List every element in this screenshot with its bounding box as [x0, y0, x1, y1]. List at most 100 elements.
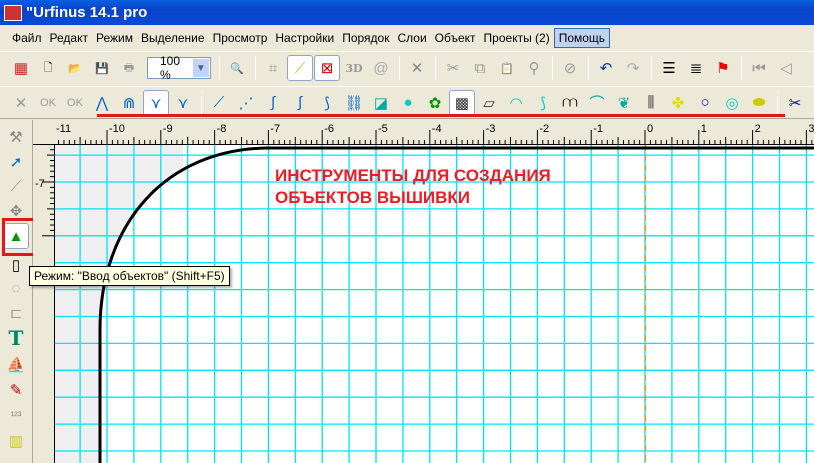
no-stitch-icon[interactable]: ⊘: [557, 55, 583, 81]
corner-point-icon[interactable]: ⋀: [89, 90, 115, 116]
palette-icon[interactable]: ▦: [8, 55, 34, 81]
ruler-label: -4: [432, 123, 442, 135]
offset-curve-icon[interactable]: ∫: [287, 90, 313, 116]
arch-icon[interactable]: ⌒: [584, 90, 610, 116]
pattern-icon[interactable]: ⌗: [260, 55, 286, 81]
blob-icon[interactable]: ●: [395, 90, 421, 116]
first-icon[interactable]: ⏮: [746, 55, 772, 81]
menu-item[interactable]: Файл: [8, 29, 46, 47]
tatami-icon[interactable]: ✿: [422, 90, 448, 116]
screw-icon[interactable]: ⫼: [638, 90, 664, 116]
toolbar-separator: [435, 56, 436, 80]
text-icon[interactable]: T: [3, 325, 29, 351]
menu-item[interactable]: Порядок: [338, 29, 393, 47]
zoom-value: 100 %: [160, 54, 181, 82]
menu-item[interactable]: Объект: [431, 29, 480, 47]
ruler-label: -9: [163, 123, 173, 135]
applique-icon[interactable]: ⬬: [746, 90, 772, 116]
spiral-icon[interactable]: @: [368, 55, 394, 81]
ruler-label: 3: [808, 123, 814, 135]
comb-icon[interactable]: ⩋: [557, 90, 583, 116]
layers-icon[interactable]: ≣: [683, 55, 709, 81]
stitch-icon[interactable]: ⟋: [287, 55, 313, 81]
curve-icon[interactable]: ∫: [260, 90, 286, 116]
lasso-icon[interactable]: ◌: [3, 275, 29, 301]
menu-item[interactable]: Просмотр: [209, 29, 272, 47]
tooltip: Режим: "Ввод объектов" (Shift+F5): [29, 266, 230, 286]
zoom-icon[interactable]: 🔍: [224, 55, 250, 81]
vertical-ruler[interactable]: -7-6-5-4-3-2: [33, 145, 55, 463]
title-bar: "Urfinus 14.1 pro: [0, 0, 814, 25]
cut-icon[interactable]: ✂: [440, 55, 466, 81]
list-icon[interactable]: ☰: [656, 55, 682, 81]
window-title: "Urfinus 14.1 pro: [26, 4, 148, 21]
ruler-label: -11: [56, 123, 71, 135]
mesh-fill-icon[interactable]: ▩: [449, 89, 475, 116]
ruler-label: -3: [486, 123, 496, 135]
symmetric-node-icon[interactable]: ⋎: [170, 90, 196, 116]
toolbar-separator: [201, 90, 202, 115]
toolbar-separator: [588, 56, 589, 80]
ok-redo-icon[interactable]: OK: [35, 90, 61, 116]
arrow-select-icon[interactable]: ➚: [3, 149, 29, 175]
arc-icon[interactable]: ◠: [503, 90, 529, 116]
menu-item[interactable]: Редакт: [46, 29, 92, 47]
menu-item[interactable]: Выделение: [137, 29, 209, 47]
menu-item[interactable]: Настройки: [271, 29, 338, 47]
save-icon[interactable]: 💾: [89, 55, 115, 81]
ring-icon[interactable]: ○: [692, 90, 718, 116]
cancel-icon[interactable]: ✕: [8, 90, 34, 116]
ruler-label: 2: [755, 123, 761, 135]
satin-column-icon[interactable]: ⟆: [530, 90, 556, 116]
toolbar-separator: [777, 90, 778, 115]
zoom-select[interactable]: 100 % ▼: [147, 54, 211, 82]
3d-icon[interactable]: 3D: [341, 55, 367, 81]
flower-icon[interactable]: ✤: [665, 90, 691, 116]
stamp-icon[interactable]: ⚲: [521, 55, 547, 81]
menu-item[interactable]: Слои: [393, 29, 430, 47]
ruler-label: -5: [378, 123, 388, 135]
node-edit-icon[interactable]: ⊏: [3, 300, 29, 326]
cusp-node-icon[interactable]: ⋎: [143, 89, 169, 116]
delete-icon[interactable]: ✕: [404, 55, 430, 81]
preview-icon[interactable]: ⊠: [314, 55, 340, 81]
paste-icon[interactable]: 📋: [494, 55, 520, 81]
open-folder-icon[interactable]: 📂: [62, 55, 88, 81]
copy-icon[interactable]: ⧉: [467, 55, 493, 81]
toolbar-separator: [552, 56, 553, 80]
film-icon[interactable]: ▥: [3, 428, 29, 454]
chain-icon[interactable]: ⛓: [341, 90, 367, 116]
pencils-icon[interactable]: ✎: [3, 377, 29, 403]
sequence-icon[interactable]: ¹²³: [3, 403, 29, 429]
tools-icon[interactable]: ⚒: [3, 124, 29, 150]
dashed-line-icon[interactable]: ⋰: [233, 90, 259, 116]
toolbar-separator: [399, 56, 400, 80]
new-file-icon[interactable]: 🗋: [35, 55, 61, 81]
toolbar-separator: [255, 56, 256, 80]
undo-icon[interactable]: ↶: [593, 55, 619, 81]
leaf-icon[interactable]: ❦: [611, 90, 637, 116]
smooth-node-icon[interactable]: ⋒: [116, 90, 142, 116]
print-icon[interactable]: 🖶: [116, 55, 142, 81]
menu-bar: Файл Редакт Режим Выделение Просмотр Настройк…: [0, 27, 814, 49]
chevron-down-icon[interactable]: ▼: [192, 59, 209, 77]
app-icon[interactable]: [4, 4, 22, 21]
line-icon[interactable]: ⟋: [206, 90, 232, 116]
knife-icon[interactable]: ⟋: [3, 173, 29, 199]
ruler-label: -7: [35, 178, 45, 190]
fill-shape-icon[interactable]: ◪: [368, 90, 394, 116]
scissors-icon[interactable]: ✂: [782, 90, 808, 116]
horizontal-ruler[interactable]: -11 -10 -9 -8 -7 -6 -5 -4 -3 -2 -1 0 1 2 3: [33, 120, 814, 145]
layered-fill-icon[interactable]: ▱: [476, 90, 502, 116]
image-icon[interactable]: ⛵: [3, 352, 29, 378]
donut-icon[interactable]: ◎: [719, 90, 745, 116]
menu-item[interactable]: Проекты (2): [480, 29, 554, 47]
menu-item[interactable]: Режим: [92, 29, 137, 47]
ok-icon[interactable]: OK: [62, 90, 88, 116]
toolbar-separator: [741, 56, 742, 80]
menu-item[interactable]: Помощь: [553, 28, 611, 48]
flag-icon[interactable]: ⚑: [710, 55, 736, 81]
prev-icon[interactable]: ◁: [773, 55, 799, 81]
redo-icon[interactable]: ↷: [620, 55, 646, 81]
satin-line-icon[interactable]: ⟆: [314, 90, 340, 116]
